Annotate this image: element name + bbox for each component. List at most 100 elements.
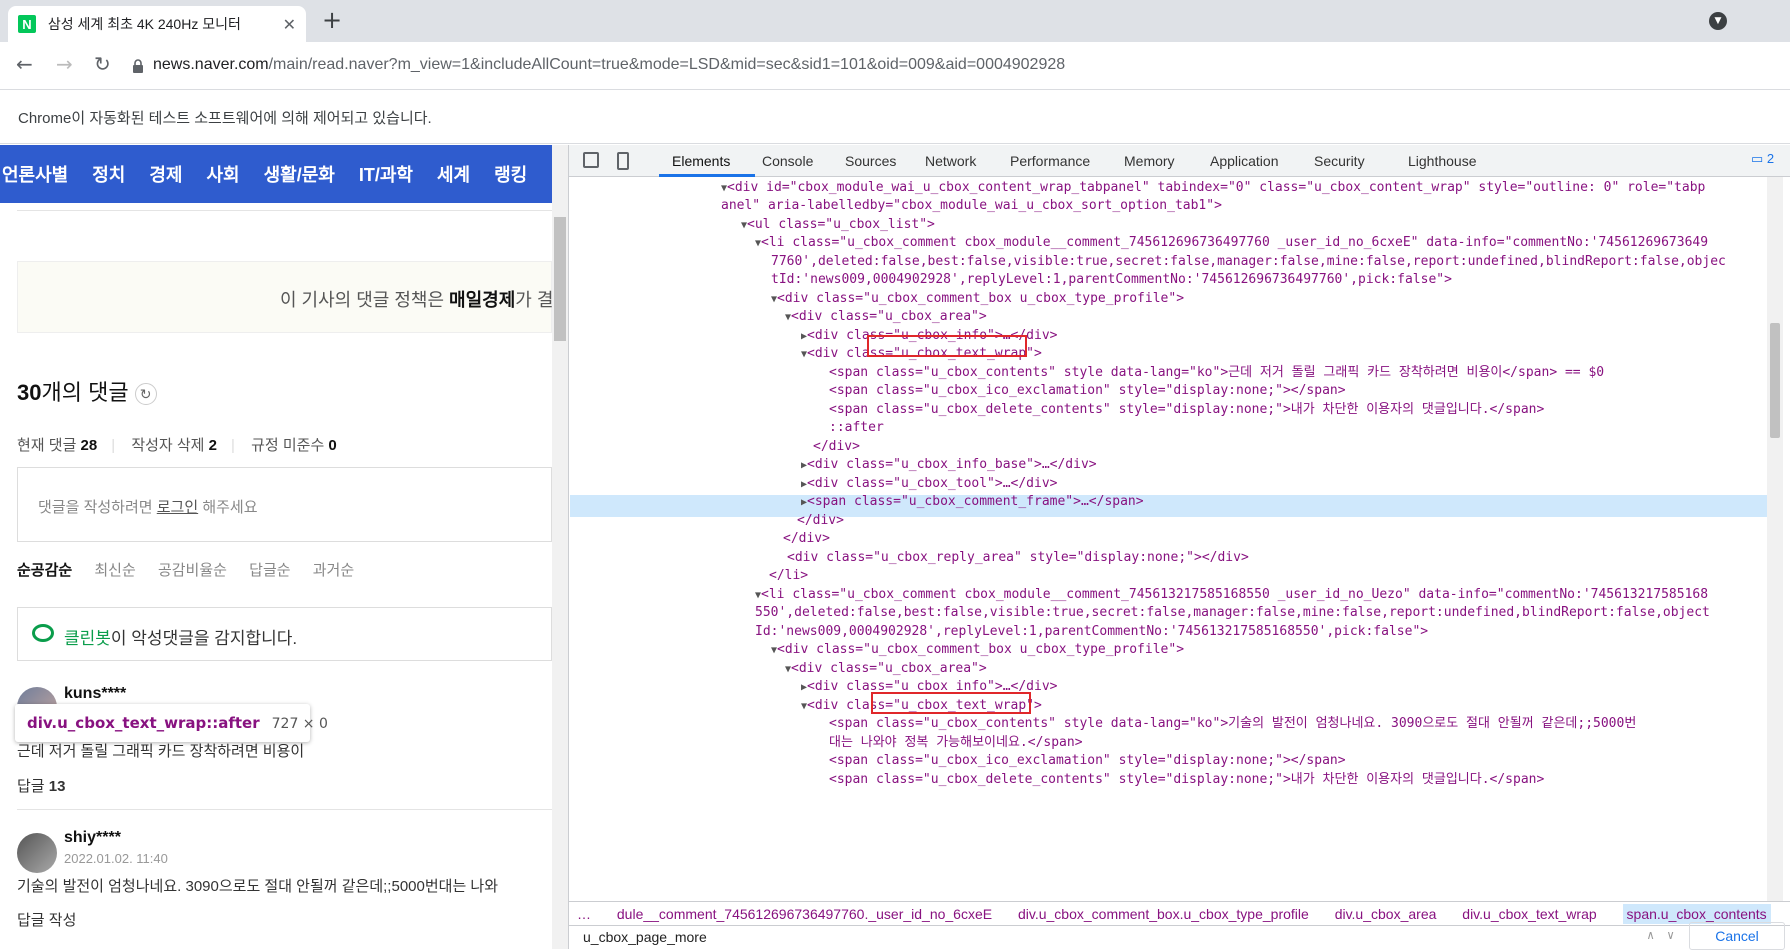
breadcrumb-item-current[interactable]: span.u_cbox_contents [1622, 904, 1771, 924]
comment-username[interactable]: kuns**** [64, 685, 126, 703]
issues-badge[interactable]: ▭ 2 [1751, 151, 1774, 167]
back-arrow-icon[interactable]: ← [16, 52, 33, 76]
close-icon[interactable]: ✕ [283, 15, 296, 34]
dom-node[interactable]: <div class="u_cbox_reply_area" style="di… [787, 547, 1249, 569]
nav-item-ranking[interactable]: 랭킹 [494, 161, 527, 187]
inspect-tooltip: div.u_cbox_text_wrap::after 727 × 0 [15, 704, 328, 742]
nav-item-world[interactable]: 세계 [437, 161, 470, 187]
device-toolbar-icon[interactable] [617, 152, 629, 170]
comment-policy-banner: 이 기사의 댓글 정책은 매일경제가 결 [17, 261, 552, 333]
tooltip-selector: div.u_cbox_text_wrap::after [27, 714, 260, 732]
tab-strip: N 삼성 세계 최초 4K 240Hz 모니터 ✕ + ▼ [0, 0, 1790, 42]
nav-item-politics[interactable]: 정치 [92, 161, 125, 187]
stat-value: 28 [80, 437, 98, 454]
chevron-up-icon[interactable]: ∧ [1647, 928, 1654, 942]
address-bar-row: ← → ↻ news.naver.com/main/read.naver?m_v… [0, 42, 1790, 90]
comment-text: 근데 저거 돌릴 그래픽 카드 장착하려면 비용이 [17, 743, 305, 760]
url-host: news.naver.com [153, 56, 269, 73]
cleanbot-text: 이 악성댓글을 감지합니다. [110, 629, 298, 648]
login-link[interactable]: 로그인 [157, 499, 198, 516]
divider: | [231, 437, 235, 454]
stat-label: 규정 미준수 [251, 437, 325, 454]
avatar[interactable] [17, 833, 57, 873]
comment-count: 30개의 댓글 ↻ [17, 375, 157, 407]
url-input[interactable]: news.naver.com/main/read.naver?m_view=1&… [153, 56, 1065, 74]
elements-scrollbar[interactable] [1767, 177, 1783, 901]
breadcrumb-item[interactable]: div.u_cbox_area [1335, 906, 1437, 922]
cancel-button[interactable]: Cancel [1689, 922, 1785, 950]
comment-date: 2022.01.02. 11:40 [64, 851, 168, 866]
devtools-panel: Elements Console Sources Network Perform… [568, 145, 1790, 950]
cleanbot-icon [32, 624, 54, 642]
divider [17, 210, 552, 211]
highlight-box [867, 335, 1027, 357]
sort-ratio[interactable]: 공감비율순 [158, 562, 227, 579]
policy-prefix: 이 기사의 댓글 정책은 [280, 290, 450, 310]
dom-node[interactable]: <span class="u_cbox_delete_contents" sty… [829, 399, 1544, 421]
nav-item-it[interactable]: IT/과학 [359, 161, 413, 187]
reload-icon[interactable]: ↻ [94, 52, 111, 76]
find-input[interactable]: u_cbox_page_more [577, 926, 1657, 950]
tab-console[interactable]: Console [762, 153, 813, 169]
stat-label: 작성자 삭제 [131, 437, 205, 454]
nav-item-life[interactable]: 생활/문화 [264, 161, 335, 187]
dom-node[interactable]: <span class="u_cbox_delete_contents" sty… [829, 769, 1544, 791]
tab-search-icon[interactable]: ▼ [1709, 12, 1727, 30]
comment-write-box[interactable]: 댓글을 작성하려면 로그인 해주세요 [17, 467, 552, 542]
sort-oldest[interactable]: 과거순 [313, 562, 354, 579]
comment-username[interactable]: shiy**** [64, 829, 121, 847]
divider [17, 809, 552, 810]
sort-latest[interactable]: 최신순 [94, 562, 135, 579]
write-suffix: 해주세요 [198, 499, 258, 516]
dom-node[interactable]: ▶<span class="u_cbox_comment_frame">…</s… [801, 491, 1144, 514]
comment-count-number: 30 [17, 380, 42, 405]
breadcrumb-item[interactable]: div.u_cbox_text_wrap [1462, 906, 1596, 922]
nav-item-economy[interactable]: 경제 [149, 161, 182, 187]
reply-count: 13 [48, 778, 66, 795]
sort-popular[interactable]: 순공감순 [17, 562, 72, 579]
browser-tab[interactable]: N 삼성 세계 최초 4K 240Hz 모니터 ✕ [8, 6, 306, 42]
breadcrumb-item[interactable]: dule__comment_745612696736497760._user_i… [617, 906, 992, 922]
stat-label: 현재 댓글 [17, 437, 77, 454]
forward-arrow-icon[interactable]: → [56, 52, 73, 76]
reply-write-button[interactable]: 답글 작성 [17, 909, 76, 930]
inspect-element-icon[interactable] [583, 152, 599, 168]
find-bar: u_cbox_page_more ∧ ∨ Cancel [569, 922, 1790, 950]
cleanbot-banner[interactable]: 클린봇이 악성댓글을 감지합니다. [17, 607, 552, 661]
stat-value: 2 [208, 437, 217, 454]
tab-elements[interactable]: Elements [672, 153, 730, 169]
write-prefix: 댓글을 작성하려면 [38, 499, 157, 516]
chevron-down-icon[interactable]: ∨ [1667, 928, 1674, 942]
refresh-icon[interactable]: ↻ [134, 383, 157, 406]
highlight-box [871, 692, 1031, 714]
nav-item-press[interactable]: 언론사별 [2, 161, 68, 187]
nav-item-society[interactable]: 사회 [207, 161, 240, 187]
news-page: 언론사별 정치 경제 사회 생활/문화 IT/과학 세계 랭킹 이 기사의 댓글… [0, 145, 552, 949]
naver-favicon-icon: N [18, 15, 36, 33]
sort-options: 순공감순 최신순 공감비율순 답글순 과거순 [17, 559, 372, 580]
reply-button[interactable]: 답글 13 [17, 775, 65, 796]
category-nav: 언론사별 정치 경제 사회 생활/문화 IT/과학 세계 랭킹 [0, 145, 552, 203]
tab-application[interactable]: Application [1210, 153, 1279, 169]
tab-network[interactable]: Network [925, 153, 976, 169]
tab-lighthouse[interactable]: Lighthouse [1408, 153, 1477, 169]
tab-sources[interactable]: Sources [845, 153, 896, 169]
tab-memory[interactable]: Memory [1124, 153, 1175, 169]
url-path: /main/read.naver?m_view=1&includeAllCoun… [268, 56, 1066, 73]
lock-icon [133, 59, 143, 73]
stat-value: 0 [328, 437, 337, 454]
page-scrollbar[interactable] [552, 145, 568, 949]
breadcrumb-item[interactable]: div.u_cbox_comment_box.u_cbox_type_profi… [1018, 906, 1309, 922]
automation-infobar: Chrome이 자동화된 테스트 소프트웨어에 의해 제어되고 있습니다. [0, 91, 1790, 144]
policy-suffix: 가 결 [515, 290, 552, 310]
tab-performance[interactable]: Performance [1010, 153, 1090, 169]
sort-replies[interactable]: 답글순 [249, 562, 290, 579]
breadcrumb-item[interactable]: … [577, 906, 591, 922]
new-tab-icon[interactable]: + [322, 6, 342, 34]
tab-security[interactable]: Security [1314, 153, 1365, 169]
scrollbar-thumb[interactable] [554, 217, 566, 341]
elements-tree: ▼<div id="cbox_module_wai_u_cbox_content… [569, 177, 1767, 901]
devtools-tabbar: Elements Console Sources Network Perform… [569, 145, 1790, 177]
tooltip-size: 727 × 0 [271, 716, 328, 732]
scrollbar-thumb[interactable] [1770, 323, 1780, 438]
